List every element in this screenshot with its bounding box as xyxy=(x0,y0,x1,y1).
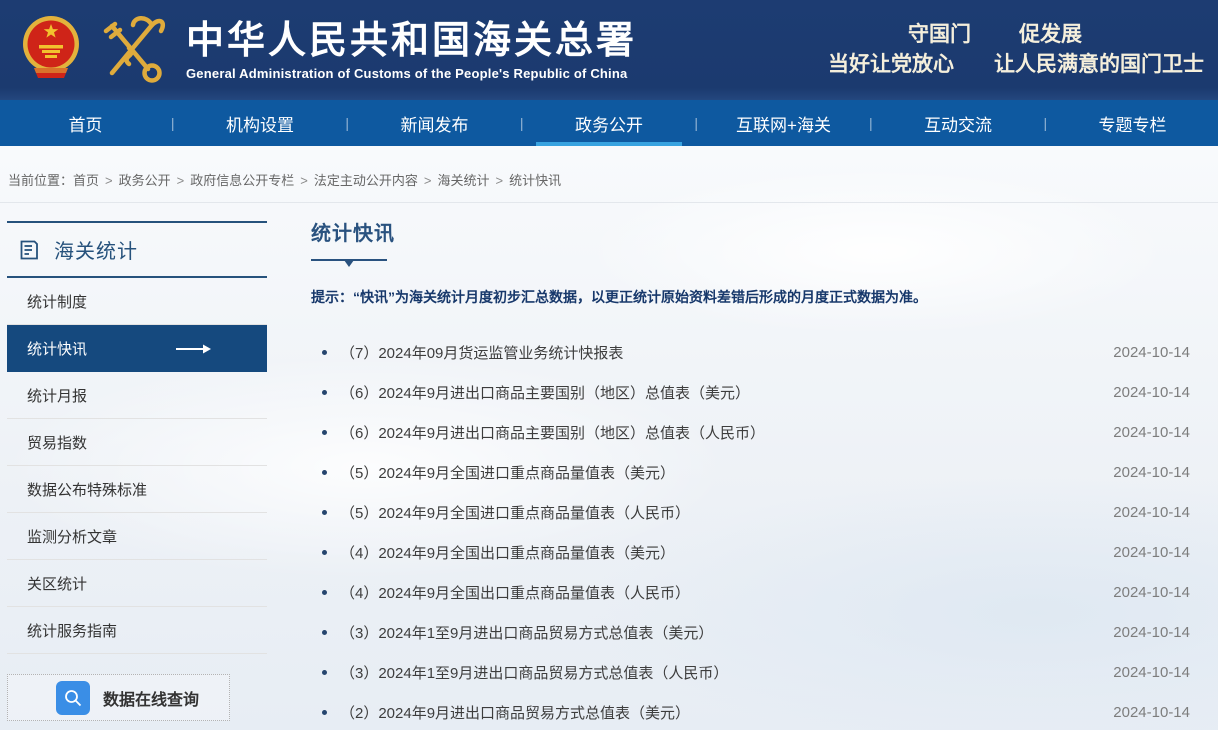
list-item-date: 2024-10-14 xyxy=(1113,464,1190,481)
sidebar-item-monthly-report[interactable]: 统计月报 xyxy=(7,372,267,419)
bullet-icon xyxy=(322,510,327,515)
list-item-date: 2024-10-14 xyxy=(1113,544,1190,561)
nav-item-organization[interactable]: 机构设置 xyxy=(175,100,346,146)
nav-item-gov-affairs[interactable]: 政务公开 xyxy=(524,100,695,146)
data-online-query-button[interactable]: 数据在线查询 xyxy=(7,674,230,721)
sidebar-item-stat-system[interactable]: 统计制度 xyxy=(7,278,267,325)
slogan-part: 促发展 xyxy=(1019,20,1082,50)
sidebar-item-service-guide[interactable]: 统计服务指南 xyxy=(7,607,267,654)
list-item-title[interactable]: （5）2024年9月全国进口重点商品量值表（人民币） xyxy=(340,502,1113,523)
arrow-right-icon xyxy=(175,343,211,355)
list-item-date: 2024-10-14 xyxy=(1113,664,1190,681)
list-item: （3）2024年1至9月进出口商品贸易方式总值表（人民币） 2024-10-14 xyxy=(311,652,1190,692)
list-item-title[interactable]: （6）2024年9月进出口商品主要国别（地区）总值表（人民币） xyxy=(340,422,1113,443)
list-item: （4）2024年9月全国出口重点商品量值表（人民币） 2024-10-14 xyxy=(311,572,1190,612)
customs-logo-icon xyxy=(96,14,170,86)
slogan-part: 守国门 xyxy=(908,20,971,50)
slogan-part: 当好让党放心 xyxy=(828,50,954,80)
list-item-date: 2024-10-14 xyxy=(1113,504,1190,521)
sidebar-item-analysis-articles[interactable]: 监测分析文章 xyxy=(7,513,267,560)
breadcrumb-statutory-disclosure[interactable]: 法定主动公开内容 xyxy=(314,173,418,188)
list-item: （5）2024年9月全国进口重点商品量值表（人民币） 2024-10-14 xyxy=(311,492,1190,532)
sidebar-title: 海关统计 xyxy=(54,235,138,264)
list-item-title[interactable]: （4）2024年9月全国出口重点商品量值表（人民币） xyxy=(340,582,1113,603)
bullet-icon xyxy=(322,670,327,675)
breadcrumb-separator: > xyxy=(300,173,308,188)
document-icon xyxy=(17,238,41,262)
site-title: 中华人民共和国海关总署 xyxy=(186,19,637,63)
breadcrumb-separator: > xyxy=(424,173,432,188)
list-item: （2）2024年9月进出口商品贸易方式总值表（美元） 2024-10-14 xyxy=(311,692,1190,730)
slogan-part: 让人民满意的国门卫士 xyxy=(994,50,1204,80)
breadcrumb-separator: > xyxy=(177,173,185,188)
list-item: （4）2024年9月全国出口重点商品量值表（美元） 2024-10-14 xyxy=(311,532,1190,572)
header-slogans: 守国门 促发展 当好让党放心 让人民满意的国门卫士 xyxy=(828,20,1204,80)
bullet-icon xyxy=(322,550,327,555)
breadcrumb-gov-affairs[interactable]: 政务公开 xyxy=(119,173,171,188)
title-underline xyxy=(311,259,387,261)
list-item-date: 2024-10-14 xyxy=(1113,704,1190,721)
bullet-icon xyxy=(322,710,327,715)
site-title-block: 中华人民共和国海关总署 General Administration of Cu… xyxy=(186,19,637,81)
sidebar: 海关统计 统计制度 统计快讯 统计月报 贸易指数 数据公布特殊标准 监测分析文章… xyxy=(7,221,267,730)
sidebar-item-label: 统计快讯 xyxy=(27,338,87,359)
site-subtitle: General Administration of Customs of the… xyxy=(186,66,637,81)
nav-item-news[interactable]: 新闻发布 xyxy=(349,100,520,146)
bullet-icon xyxy=(322,430,327,435)
bullet-icon xyxy=(322,630,327,635)
content: 海关统计 统计制度 统计快讯 统计月报 贸易指数 数据公布特殊标准 监测分析文章… xyxy=(0,203,1218,730)
list-item: （6）2024年9月进出口商品主要国别（地区）总值表（美元） 2024-10-1… xyxy=(311,372,1190,412)
breadcrumb-separator: > xyxy=(105,173,113,188)
site-header: 中华人民共和国海关总署 General Administration of Cu… xyxy=(0,0,1218,100)
page-body: 当前位置：首页 > 政务公开 > 政府信息公开专栏 > 法定主动公开内容 > 海关统计 > 统计快讯… xyxy=(0,146,1218,730)
list-item-date: 2024-10-14 xyxy=(1113,584,1190,601)
list-item-date: 2024-10-14 xyxy=(1113,344,1190,361)
nav-item-special-topics[interactable]: 专题专栏 xyxy=(1047,100,1218,146)
search-icon xyxy=(56,681,90,715)
list-item-date: 2024-10-14 xyxy=(1113,384,1190,401)
sidebar-item-special-data-standard[interactable]: 数据公布特殊标准 xyxy=(7,466,267,513)
list-item-title[interactable]: （2）2024年9月进出口商品贸易方式总值表（美元） xyxy=(340,702,1113,723)
breadcrumb-current: 统计快讯 xyxy=(509,173,561,188)
bullet-icon xyxy=(322,390,327,395)
list-item-title[interactable]: （3）2024年1至9月进出口商品贸易方式总值表（人民币） xyxy=(340,662,1113,683)
list-item-title[interactable]: （7）2024年09月货运监管业务统计快报表 xyxy=(340,342,1113,363)
sidebar-item-stat-express[interactable]: 统计快讯 xyxy=(7,325,267,372)
sidebar-item-district-stats[interactable]: 关区统计 xyxy=(7,560,267,607)
nav-item-home[interactable]: 首页 xyxy=(0,100,171,146)
nav-item-interaction[interactable]: 互动交流 xyxy=(873,100,1044,146)
nav-item-internet-customs[interactable]: 互联网+海关 xyxy=(698,100,869,146)
main-nav: 首页 | 机构设置 | 新闻发布 | 政务公开 | 互联网+海关 | 互动交流 … xyxy=(0,100,1218,146)
list-item: （7）2024年09月货运监管业务统计快报表 2024-10-14 xyxy=(311,332,1190,372)
sidebar-item-trade-index[interactable]: 贸易指数 xyxy=(7,419,267,466)
tip-text: 提示：“快讯”为海关统计月度初步汇总数据，以更正统计原始资料差错后形成的月度正式… xyxy=(311,287,1190,307)
breadcrumb-info-disclosure[interactable]: 政府信息公开专栏 xyxy=(190,173,294,188)
list-item: （6）2024年9月进出口商品主要国别（地区）总值表（人民币） 2024-10-… xyxy=(311,412,1190,452)
list-item: （3）2024年1至9月进出口商品贸易方式总值表（美元） 2024-10-14 xyxy=(311,612,1190,652)
list-item-title[interactable]: （3）2024年1至9月进出口商品贸易方式总值表（美元） xyxy=(340,622,1113,643)
bullet-icon xyxy=(322,590,327,595)
breadcrumb: 当前位置：首页 > 政务公开 > 政府信息公开专栏 > 法定主动公开内容 > 海关统计 > 统计快讯 xyxy=(0,146,1218,203)
list-item-title[interactable]: （4）2024年9月全国出口重点商品量值表（美元） xyxy=(340,542,1113,563)
sidebar-header: 海关统计 xyxy=(7,221,267,278)
national-emblem-icon xyxy=(22,14,80,86)
breadcrumb-prefix: 当前位置： xyxy=(8,173,73,188)
list-item-title[interactable]: （5）2024年9月全国进口重点商品量值表（美元） xyxy=(340,462,1113,483)
main-content: 统计快讯 提示：“快讯”为海关统计月度初步汇总数据，以更正统计原始资料差错后形成… xyxy=(311,221,1190,730)
bullet-icon xyxy=(322,350,327,355)
breadcrumb-separator: > xyxy=(495,173,503,188)
breadcrumb-customs-statistics[interactable]: 海关统计 xyxy=(437,173,489,188)
breadcrumb-home[interactable]: 首页 xyxy=(73,173,99,188)
news-list: （7）2024年09月货运监管业务统计快报表 2024-10-14 （6）202… xyxy=(311,332,1190,730)
list-item: （5）2024年9月全国进口重点商品量值表（美元） 2024-10-14 xyxy=(311,452,1190,492)
list-item-date: 2024-10-14 xyxy=(1113,424,1190,441)
list-item-title[interactable]: （6）2024年9月进出口商品主要国别（地区）总值表（美元） xyxy=(340,382,1113,403)
list-item-date: 2024-10-14 xyxy=(1113,624,1190,641)
bullet-icon xyxy=(322,470,327,475)
page-title: 统计快讯 xyxy=(311,221,1190,247)
data-online-query-label: 数据在线查询 xyxy=(103,686,199,710)
